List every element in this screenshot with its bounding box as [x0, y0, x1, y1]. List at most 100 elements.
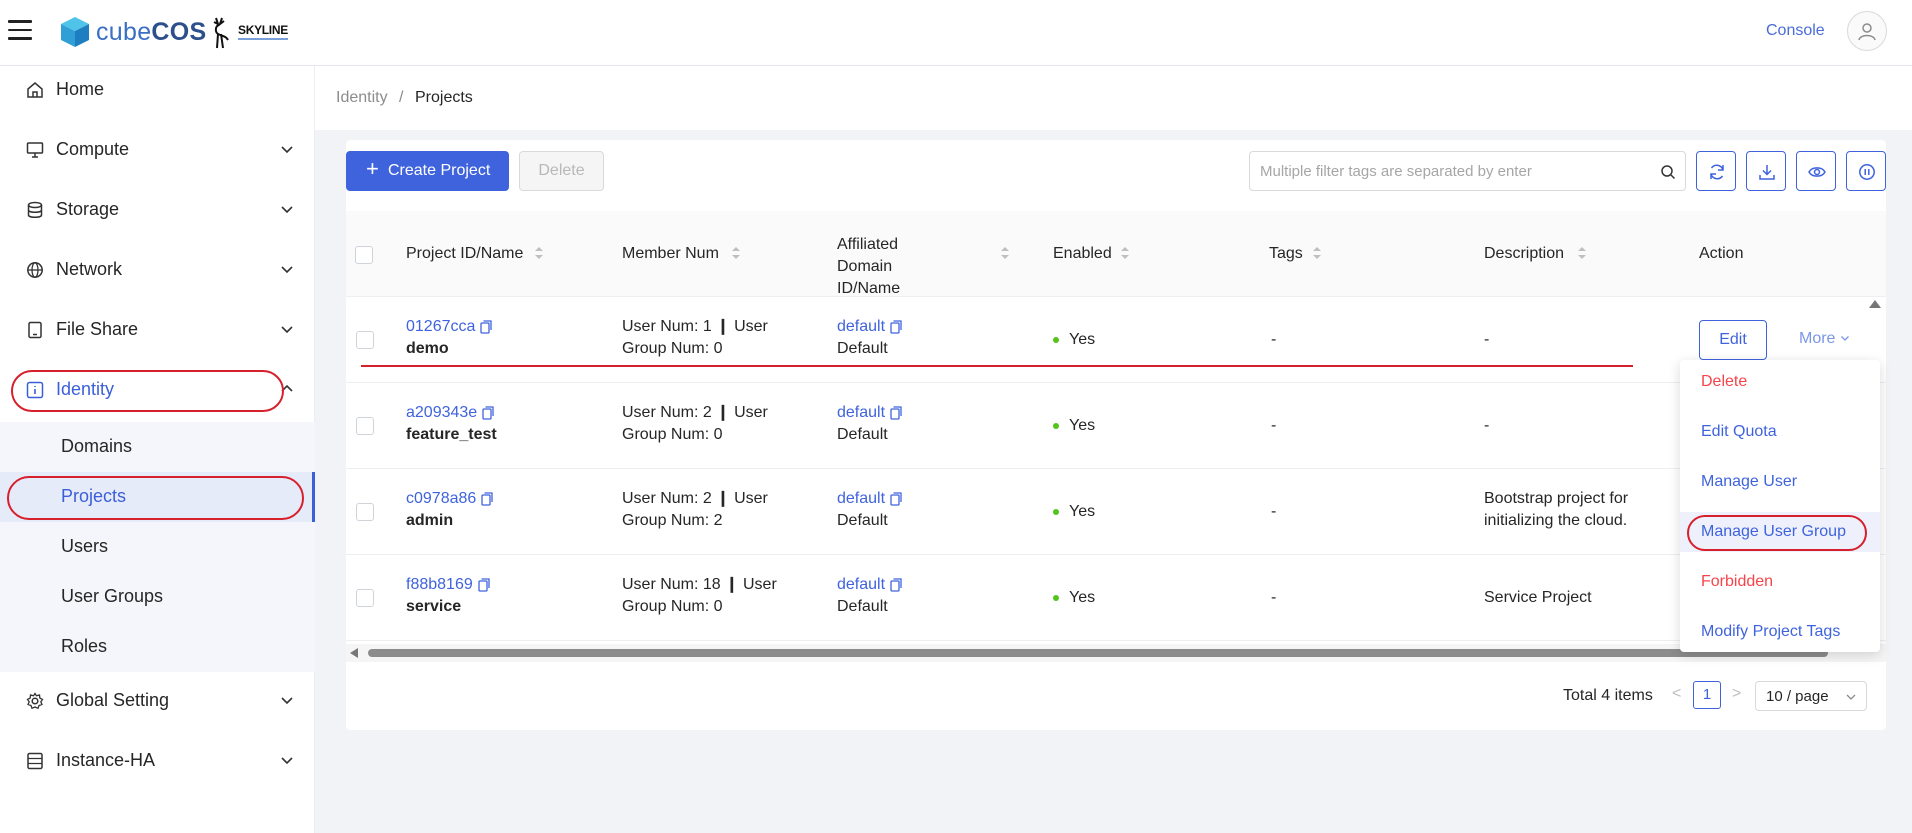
copy-icon[interactable] — [890, 492, 902, 506]
sidebar-subitem-projects[interactable]: Projects — [0, 472, 315, 522]
search-icon[interactable] — [1660, 164, 1676, 180]
sidebar-item-instance-ha[interactable]: Instance-HA — [0, 739, 315, 783]
sort-icon[interactable] — [1577, 245, 1587, 261]
brand-name: cubeCOS — [96, 18, 207, 46]
row-checkbox[interactable] — [356, 503, 374, 521]
sidebar: Home Compute Storage Network File Share … — [0, 66, 315, 833]
create-project-button[interactable]: + Create Project — [346, 151, 509, 191]
row-checkbox[interactable] — [356, 589, 374, 607]
sidebar-item-file-share[interactable]: File Share — [0, 308, 315, 352]
monitor-icon — [26, 142, 44, 158]
menu-icon[interactable] — [8, 20, 32, 42]
domain-id-link[interactable]: default — [837, 404, 885, 421]
chevron-down-icon — [1840, 336, 1849, 341]
domain-name: Default — [837, 598, 888, 615]
copy-icon[interactable] — [480, 320, 493, 334]
domain-id-link[interactable]: default — [837, 576, 885, 593]
chevron-up-icon — [281, 384, 293, 392]
horizontal-scrollbar[interactable] — [346, 644, 1886, 662]
prev-page-button[interactable]: < — [1672, 685, 1686, 705]
tablet-icon — [28, 321, 42, 339]
menu-item-delete[interactable]: Delete — [1680, 362, 1880, 402]
project-id-link[interactable]: c0978a86 — [406, 490, 476, 507]
sidebar-item-identity[interactable]: Identity — [0, 368, 315, 412]
row-checkbox[interactable] — [356, 331, 374, 349]
sidebar-subitem-domains[interactable]: Domains — [0, 422, 315, 472]
chevron-down-icon — [281, 757, 293, 765]
scroll-up-arrow[interactable] — [1869, 300, 1881, 308]
breadcrumb-identity[interactable]: Identity — [336, 89, 388, 107]
project-name: admin — [406, 512, 454, 529]
info-icon — [26, 381, 44, 399]
sidebar-item-storage[interactable]: Storage — [0, 188, 315, 232]
copy-icon[interactable] — [890, 406, 902, 420]
menu-item-manage-user[interactable]: Manage User — [1680, 462, 1880, 502]
menu-item-label: Forbidden — [1701, 573, 1774, 590]
copy-icon[interactable] — [890, 320, 902, 334]
sidebar-item-global-setting[interactable]: Global Setting — [0, 679, 315, 723]
copy-icon[interactable] — [890, 578, 902, 592]
copy-icon[interactable] — [478, 578, 490, 592]
sort-icon[interactable] — [534, 245, 544, 261]
menu-item-edit-quota[interactable]: Edit Quota — [1680, 412, 1880, 452]
sidebar-item-compute[interactable]: Compute — [0, 128, 315, 172]
more-button[interactable]: More — [1799, 330, 1850, 348]
domain-name: Default — [837, 512, 888, 529]
top-bar: cubeCOS SKYLINE Console — [0, 0, 1912, 66]
menu-item-forbidden[interactable]: Forbidden — [1680, 562, 1880, 602]
sidebar-item-label: Instance-HA — [56, 750, 156, 770]
project-name: feature_test — [406, 426, 497, 443]
download-button[interactable] — [1746, 151, 1786, 191]
column-header-tags: Tags — [1269, 245, 1303, 262]
sidebar-subitem-user-groups[interactable]: User Groups — [0, 572, 315, 622]
page-1-button[interactable]: 1 — [1693, 681, 1721, 709]
search-box[interactable] — [1249, 151, 1686, 191]
scroll-left-arrow[interactable] — [350, 648, 358, 658]
sort-icon[interactable] — [1000, 245, 1010, 261]
project-id-link[interactable]: f88b8169 — [406, 576, 473, 593]
table-row: 01267cca demo User Num: 1 ❙ User Group Nu… — [346, 297, 1886, 383]
project-id-link[interactable]: a209343e — [406, 404, 477, 421]
subitem-label: Projects — [61, 486, 127, 506]
edit-button[interactable]: Edit — [1699, 320, 1767, 360]
page-size-select[interactable]: 10 / page — [1755, 681, 1867, 711]
chevron-down-icon — [1846, 694, 1856, 700]
sidebar-item-home[interactable]: Home — [0, 68, 315, 112]
chevron-down-icon — [281, 326, 293, 334]
column-header-enabled: Enabled — [1053, 245, 1112, 262]
view-columns-button[interactable] — [1796, 151, 1836, 191]
sidebar-item-label: Global Setting — [56, 690, 170, 710]
download-icon — [1759, 165, 1775, 180]
search-input[interactable] — [1260, 161, 1650, 181]
delete-button[interactable]: Delete — [519, 151, 604, 191]
sidebar-item-network[interactable]: Network — [0, 248, 315, 292]
avatar[interactable] — [1847, 11, 1887, 51]
table-header: Project ID/Name Member Num Affiliated Do… — [346, 211, 1886, 297]
domain-name: Default — [837, 426, 888, 443]
menu-item-manage-user-group[interactable]: Manage User Group — [1680, 512, 1880, 552]
project-id-link[interactable]: 01267cca — [406, 318, 475, 335]
user-num: User Num: 2 ❙ User — [622, 404, 768, 421]
enabled-status: Yes — [1069, 417, 1096, 434]
column-header-member: Member Num — [622, 245, 719, 262]
sort-icon[interactable] — [731, 245, 741, 261]
sort-icon[interactable] — [1120, 245, 1130, 261]
domain-id-link[interactable]: default — [837, 318, 885, 335]
copy-icon[interactable] — [481, 492, 493, 506]
refresh-button[interactable] — [1696, 151, 1736, 191]
sidebar-subitem-users[interactable]: Users — [0, 522, 315, 572]
console-link[interactable]: Console — [1766, 22, 1825, 40]
domain-id-link[interactable]: default — [837, 490, 885, 507]
copy-icon[interactable] — [482, 406, 494, 420]
select-all-checkbox[interactable] — [355, 246, 373, 264]
pause-refresh-button[interactable] — [1846, 151, 1886, 191]
chevron-down-icon — [281, 266, 293, 274]
sort-icon[interactable] — [1312, 245, 1322, 261]
description: Bootstrap project for — [1484, 490, 1629, 507]
next-page-button[interactable]: > — [1732, 685, 1746, 705]
menu-item-modify-project-tags[interactable]: Modify Project Tags — [1680, 612, 1880, 652]
sidebar-subitem-roles[interactable]: Roles — [0, 622, 315, 672]
table-row: c0978a86 admin User Num: 2 ❙ User Group N… — [346, 469, 1886, 555]
row-checkbox[interactable] — [356, 417, 374, 435]
scrollbar-thumb[interactable] — [368, 649, 1828, 657]
